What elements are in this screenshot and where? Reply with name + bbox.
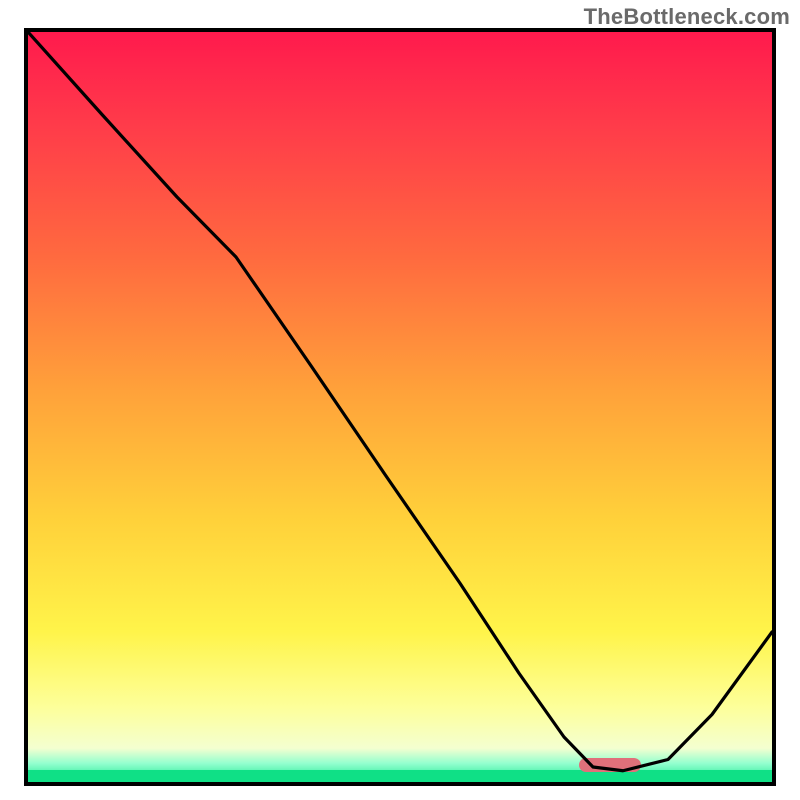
chart-frame xyxy=(24,28,776,786)
watermark-text: TheBottleneck.com xyxy=(584,4,790,30)
bottleneck-curve xyxy=(28,32,772,782)
